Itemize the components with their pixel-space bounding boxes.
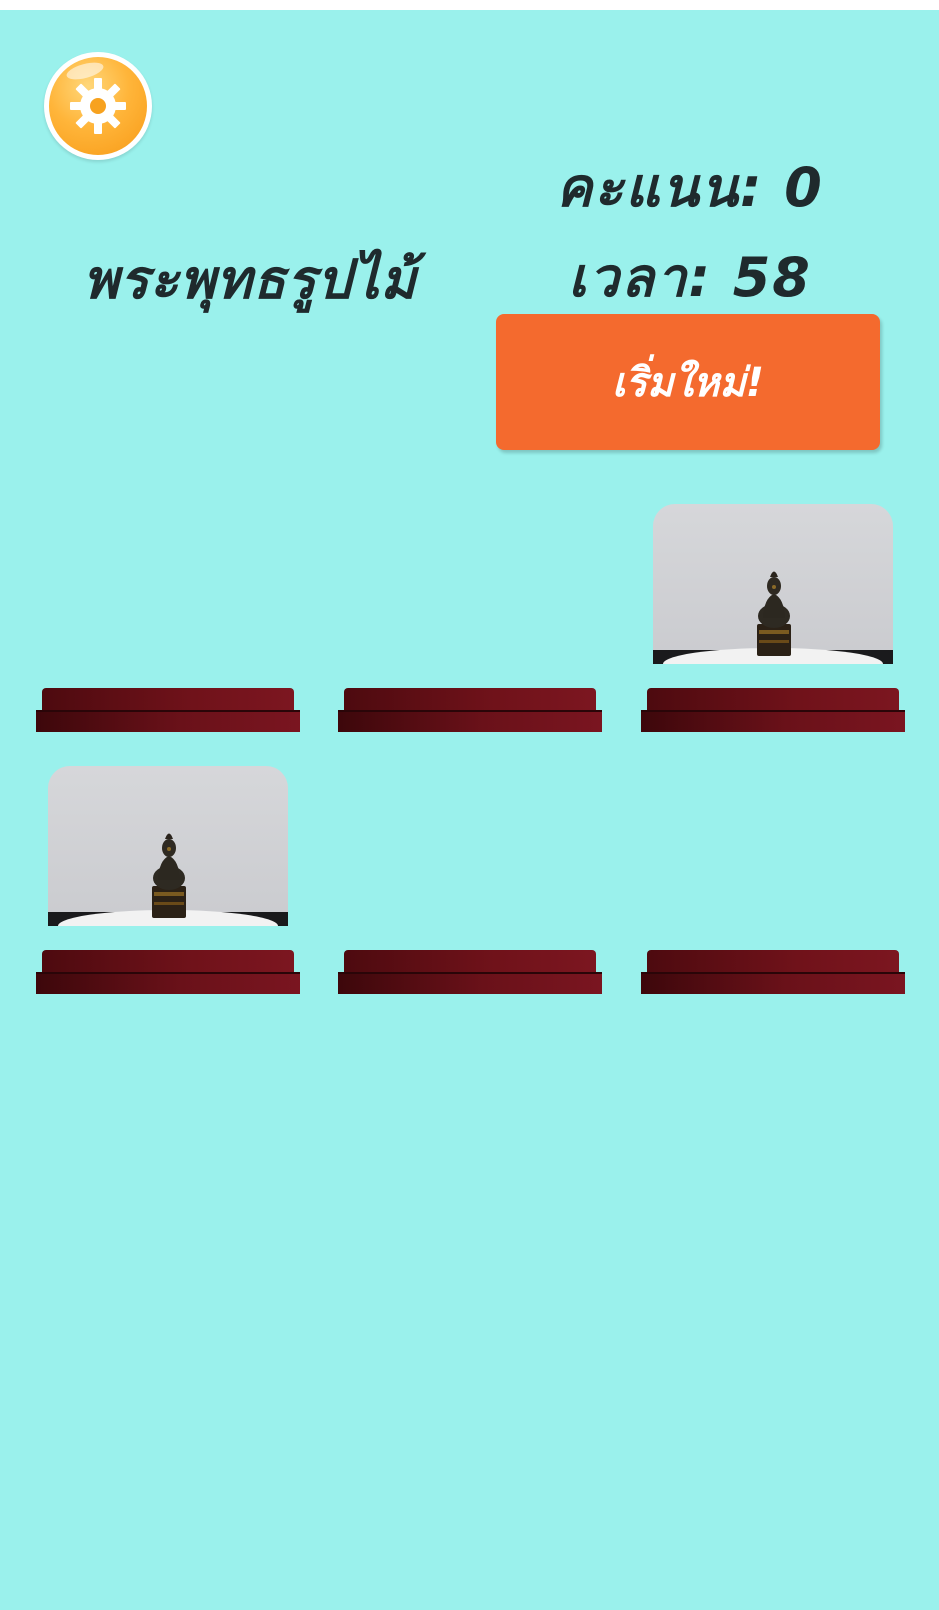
hole-base (36, 710, 300, 732)
hole-base (338, 710, 602, 732)
restart-button[interactable]: เริ่มใหม่! (496, 314, 880, 450)
hole-base (338, 972, 602, 994)
hole-rim (647, 688, 899, 712)
hole-base (641, 710, 905, 732)
hole-r2-c3[interactable] (641, 950, 905, 994)
hole-r2-c1[interactable] (36, 950, 300, 994)
hole-r1-c3[interactable] (641, 688, 905, 732)
buddha-statue-r1-c3[interactable] (653, 504, 893, 664)
buddha-statue-r2-c1[interactable] (48, 766, 288, 926)
score-display: คะแนน: 0 (556, 156, 824, 219)
hole-rim (42, 950, 294, 974)
hole-base (36, 972, 300, 994)
hole-rim (42, 688, 294, 712)
settings-button[interactable] (44, 52, 152, 160)
hole-base (641, 972, 905, 994)
hole-r2-c2[interactable] (338, 950, 602, 994)
timer-display: เวลา: 58 (568, 246, 812, 309)
hole-rim (647, 950, 899, 974)
hole-rim (344, 688, 596, 712)
hole-r1-c2[interactable] (338, 688, 602, 732)
hole-r1-c1[interactable] (36, 688, 300, 732)
buddha-statue-icon (152, 833, 186, 918)
buddha-statue-icon (757, 571, 791, 656)
level-title: พระพุทธรูปไม้ (83, 248, 417, 311)
gear-icon (70, 78, 126, 134)
game-screen: พระพุทธรูปไม้ คะแนน: 0 เวลา: 58 เริ่มใหม… (0, 0, 939, 1610)
hole-rim (344, 950, 596, 974)
